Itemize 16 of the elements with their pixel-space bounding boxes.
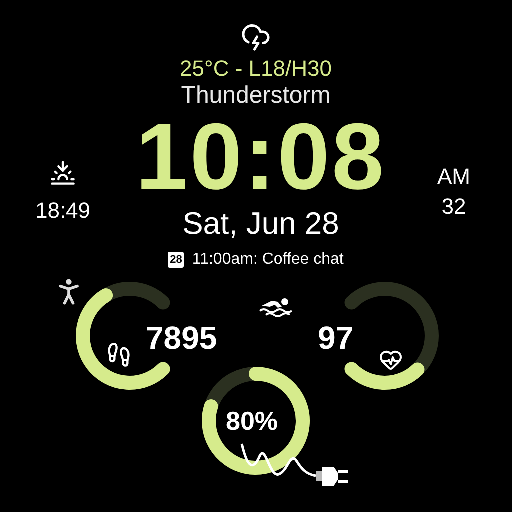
date-text: Sat, Jun 28 — [182, 206, 340, 242]
temperature-text: 25°C - L18/H30 — [180, 56, 332, 82]
heart-rate-value[interactable]: 97 — [318, 314, 354, 362]
step-count[interactable]: 7895 — [146, 314, 218, 362]
swimmer-icon[interactable] — [258, 296, 294, 318]
heart-rate-icon — [379, 348, 403, 372]
seconds-text: 32 — [442, 194, 466, 220]
sunset-icon — [50, 160, 76, 186]
clock-time[interactable]: 10:08 — [136, 110, 386, 204]
weather-condition: Thunderstorm — [181, 82, 331, 110]
sunset-time: 18:49 — [35, 197, 91, 225]
event-text[interactable]: 11:00am: Coffee chat — [192, 248, 344, 272]
thunderstorm-icon — [241, 22, 271, 52]
calendar-icon: 28 — [168, 252, 184, 268]
am-pm-text: AM — [437, 164, 470, 190]
battery-percent[interactable]: 80% — [226, 402, 278, 441]
